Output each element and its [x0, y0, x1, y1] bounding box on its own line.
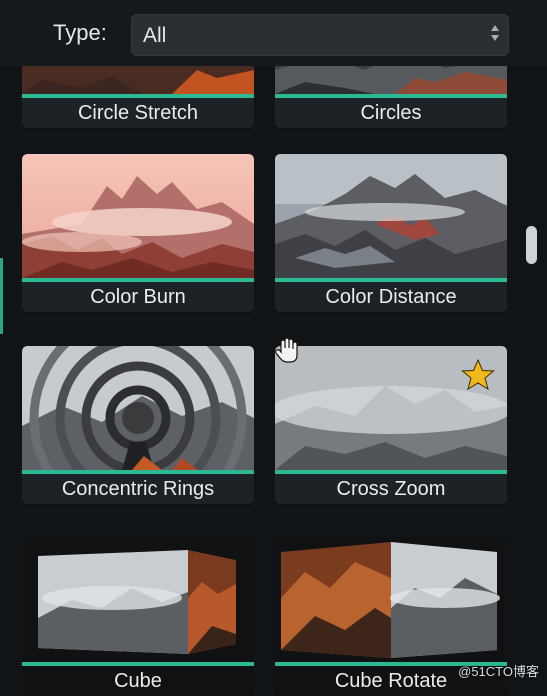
- transition-label: Concentric Rings: [61, 478, 215, 500]
- transition-thumbnail: [275, 154, 507, 278]
- filter-bar: Type: All: [0, 0, 547, 66]
- scrollbar-thumb[interactable]: [526, 226, 537, 264]
- transition-label: Cube: [114, 670, 162, 692]
- type-filter-label: Type:: [53, 20, 107, 45]
- transition-label: Circles: [360, 102, 422, 124]
- transition-thumbnail: [275, 538, 507, 662]
- transition-thumbnail: [275, 346, 507, 470]
- stepper-arrows-icon: [490, 23, 500, 47]
- transition-thumbnail: [22, 154, 254, 278]
- watermark: @51CTO博客: [458, 664, 539, 679]
- transition-thumbnail: [22, 346, 254, 470]
- transition-label: Color Distance: [325, 286, 457, 308]
- transition-thumbnail: [22, 538, 254, 662]
- type-filter-select[interactable]: All: [131, 14, 509, 56]
- transition-label: Circle Stretch: [77, 102, 199, 124]
- transition-label: Color Burn: [90, 286, 186, 308]
- transition-label: Cross Zoom: [336, 478, 446, 500]
- hand-cursor-icon: [274, 336, 300, 371]
- type-filter-value: All: [143, 24, 167, 47]
